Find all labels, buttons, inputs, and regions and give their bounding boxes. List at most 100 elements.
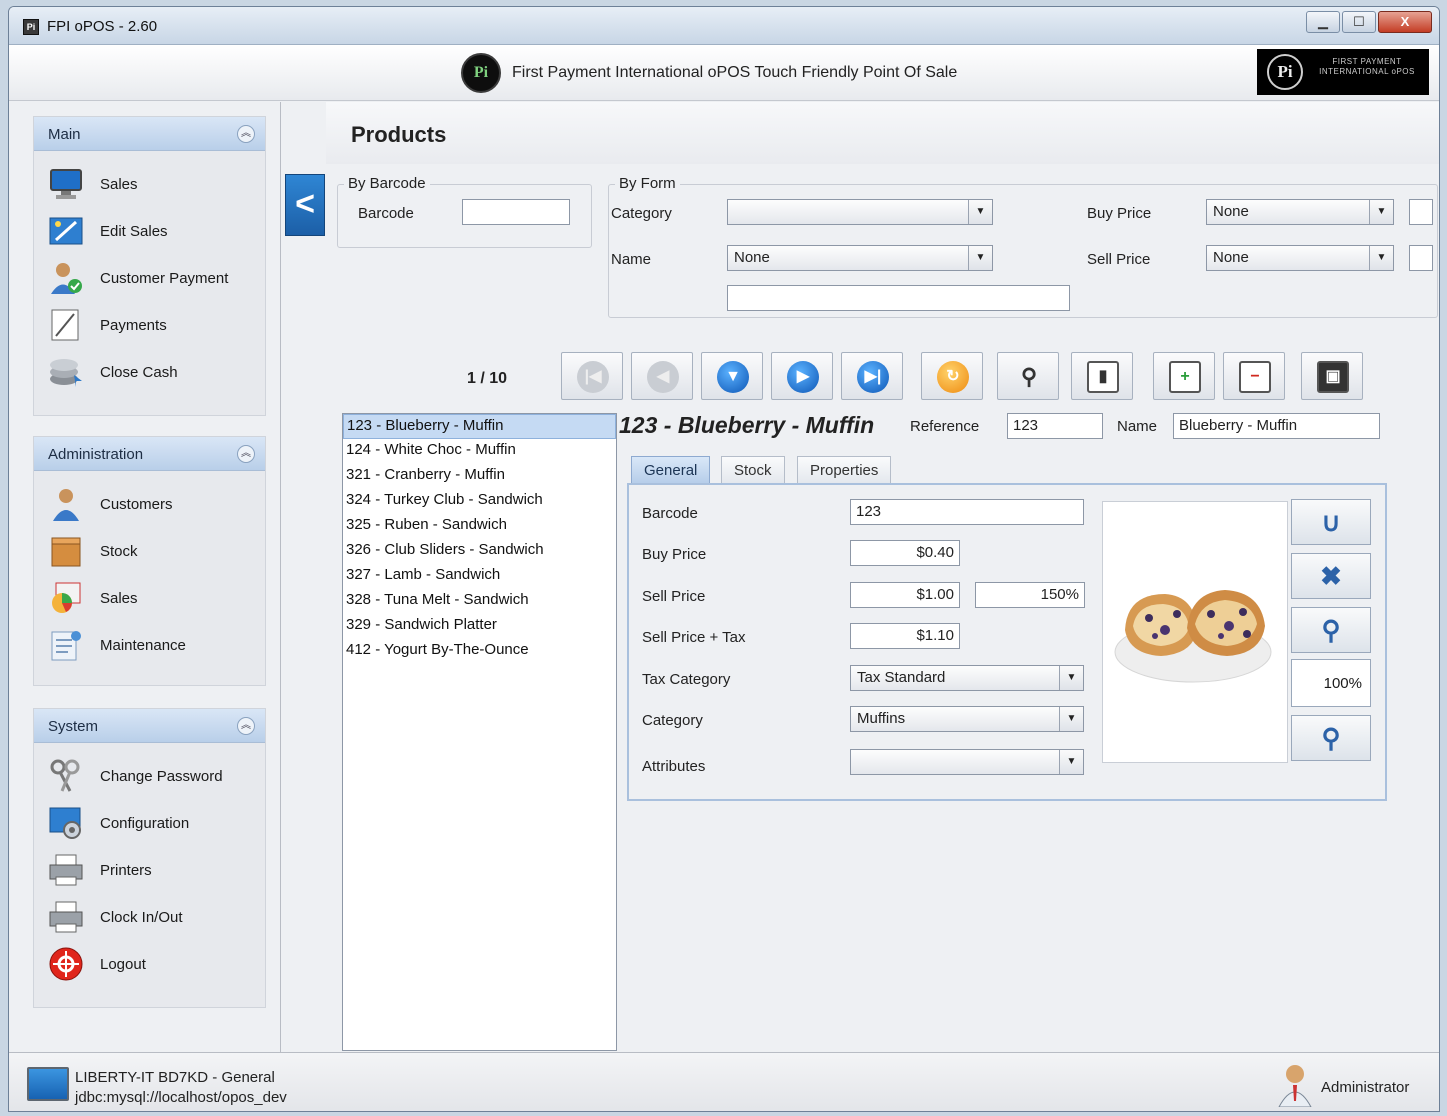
chevron-down-icon: ▼ (1369, 200, 1393, 224)
buy-price-filter-checkbox[interactable] (1409, 199, 1433, 225)
sell-price-field[interactable]: $1.00 (850, 582, 960, 608)
sidebar-item-label: Stock (100, 543, 138, 560)
sidebar-item-printers[interactable]: Printers (48, 851, 258, 891)
previous-record-button[interactable]: ◀ (631, 352, 693, 400)
administration-section-title: Administration (48, 446, 144, 463)
sidebar-item-label: Sales (100, 590, 138, 607)
list-item[interactable]: 123 - Blueberry - Muffin (343, 414, 616, 439)
previous-record-icon: ◀ (647, 361, 679, 393)
buy-price-field[interactable]: $0.40 (850, 540, 960, 566)
sidebar-item-maintenance[interactable]: Maintenance (48, 626, 258, 666)
collapse-icon[interactable]: ︽ (237, 125, 255, 143)
administration-section-header[interactable]: Administration ︽ (34, 437, 265, 471)
barcode-field[interactable]: 123 (850, 499, 1084, 525)
report-button[interactable]: ▮ (1071, 352, 1133, 400)
sell-price-tax-field[interactable]: $1.10 (850, 623, 960, 649)
collapse-icon[interactable]: ︽ (237, 717, 255, 735)
reference-input[interactable]: 123 (1007, 413, 1103, 439)
list-item[interactable]: 124 - White Choc - Muffin (343, 439, 616, 464)
maximize-button[interactable]: ☐ (1342, 11, 1376, 33)
by-form-legend: By Form (615, 175, 680, 192)
next-record-button[interactable]: ▶ (771, 352, 833, 400)
sidebar-item-logout[interactable]: Logout (48, 945, 258, 985)
name-input[interactable]: Blueberry - Muffin (1173, 413, 1380, 439)
margin-field[interactable]: 150% (975, 582, 1085, 608)
main-section-header[interactable]: Main ︽ (34, 117, 265, 151)
coins-icon (50, 359, 82, 387)
tab-stock[interactable]: Stock (721, 456, 785, 484)
system-section-header[interactable]: System ︽ (34, 709, 265, 743)
sidebar-item-label: Change Password (100, 768, 223, 785)
name-filter-input[interactable] (727, 285, 1070, 311)
chevron-down-icon: ▼ (968, 246, 992, 270)
sidebar-item-clock-in-out[interactable]: Clock In/Out (48, 898, 258, 938)
sidebar-item-edit-sales[interactable]: Edit Sales (48, 212, 258, 252)
list-item[interactable]: 329 - Sandwich Platter (343, 614, 616, 639)
zoom-in-button[interactable]: ⚲ (1291, 607, 1371, 653)
sidebar-item-label: Close Cash (100, 364, 178, 381)
category-value: Muffins (857, 710, 906, 727)
list-item[interactable]: 328 - Tuna Melt - Sandwich (343, 589, 616, 614)
title-bar: Pi FPI oPOS - 2.60 ▁ ☐ X (9, 7, 1439, 45)
sell-price-filter-checkbox[interactable] (1409, 245, 1433, 271)
last-record-button[interactable]: ▶| (841, 352, 903, 400)
list-item[interactable]: 327 - Lamb - Sandwich (343, 564, 616, 589)
buy-price-filter-value: None (1213, 203, 1249, 220)
upload-image-button[interactable]: ∪ (1291, 499, 1371, 545)
zoom-level: 100% (1291, 659, 1371, 707)
name-filter-select[interactable]: None ▼ (727, 245, 993, 271)
list-item[interactable]: 412 - Yogurt By-The-Ounce (343, 639, 616, 664)
back-button[interactable]: < (285, 174, 325, 236)
category-select[interactable]: Muffins ▼ (850, 706, 1084, 732)
barcode-search-input[interactable] (462, 199, 570, 225)
delete-record-button[interactable]: − (1223, 352, 1285, 400)
sidebar-item-label: Configuration (100, 815, 190, 832)
sidebar-item-sales[interactable]: Sales (48, 165, 258, 205)
minimize-button[interactable]: ▁ (1306, 11, 1340, 33)
sell-price-filter-select[interactable]: None ▼ (1206, 245, 1394, 271)
chevron-down-icon: ▼ (1059, 666, 1083, 690)
system-section: System ︽ Change Password Configuration P… (33, 708, 266, 1008)
tab-properties[interactable]: Properties (797, 456, 892, 484)
reload-button[interactable]: ↻ (921, 352, 983, 400)
sidebar-item-configuration[interactable]: Configuration (48, 804, 258, 844)
save-button[interactable]: ▣ (1301, 352, 1363, 400)
sidebar-item-customers[interactable]: Customers (48, 485, 258, 525)
box-icon (51, 537, 81, 567)
attributes-select[interactable]: ▼ (850, 749, 1084, 775)
tax-category-select[interactable]: Tax Standard ▼ (850, 665, 1084, 691)
current-user[interactable]: Administrator (1321, 1079, 1409, 1096)
sell-price-tax-label: Sell Price + Tax (642, 629, 746, 646)
list-item[interactable]: 325 - Ruben - Sandwich (343, 514, 616, 539)
reload-icon: ↻ (937, 361, 969, 393)
list-item[interactable]: 324 - Turkey Club - Sandwich (343, 489, 616, 514)
category-filter-select[interactable]: ▼ (727, 199, 993, 225)
list-item[interactable]: 321 - Cranberry - Muffin (343, 464, 616, 489)
product-list[interactable]: 123 - Blueberry - Muffin 124 - White Cho… (342, 413, 617, 1051)
sidebar-item-customer-payment[interactable]: Customer Payment (48, 259, 258, 299)
name-filter-label: Name (611, 251, 652, 268)
search-icon: ⚲ (1020, 364, 1038, 389)
sell-price-filter-value: None (1213, 249, 1249, 266)
new-record-button[interactable]: + (1153, 352, 1215, 400)
collapse-icon[interactable]: ︽ (237, 445, 255, 463)
sidebar-item-label: Customers (100, 496, 173, 513)
sidebar-item-change-password[interactable]: Change Password (48, 757, 258, 797)
sidebar-item-payments[interactable]: Payments (48, 306, 258, 346)
by-barcode-legend: By Barcode (344, 175, 430, 192)
zoom-out-button[interactable]: ⚲ (1291, 715, 1371, 761)
close-button[interactable]: X (1378, 11, 1432, 33)
logout-icon (49, 947, 83, 981)
down-record-button[interactable]: ▼ (701, 352, 763, 400)
list-item[interactable]: 326 - Club Sliders - Sandwich (343, 539, 616, 564)
buy-price-filter-select[interactable]: None ▼ (1206, 199, 1394, 225)
search-button[interactable]: ⚲ (997, 352, 1059, 400)
tab-general[interactable]: General (631, 456, 711, 484)
sidebar-item-close-cash[interactable]: Close Cash (48, 353, 258, 393)
remove-image-button[interactable]: ✖ (1291, 553, 1371, 599)
chevron-down-icon: ▼ (968, 200, 992, 224)
first-record-button[interactable]: |◀ (561, 352, 623, 400)
record-counter: 1 / 10 (467, 370, 508, 387)
sidebar-item-stock[interactable]: Stock (48, 532, 258, 572)
sidebar-item-admin-sales[interactable]: Sales (48, 579, 258, 619)
